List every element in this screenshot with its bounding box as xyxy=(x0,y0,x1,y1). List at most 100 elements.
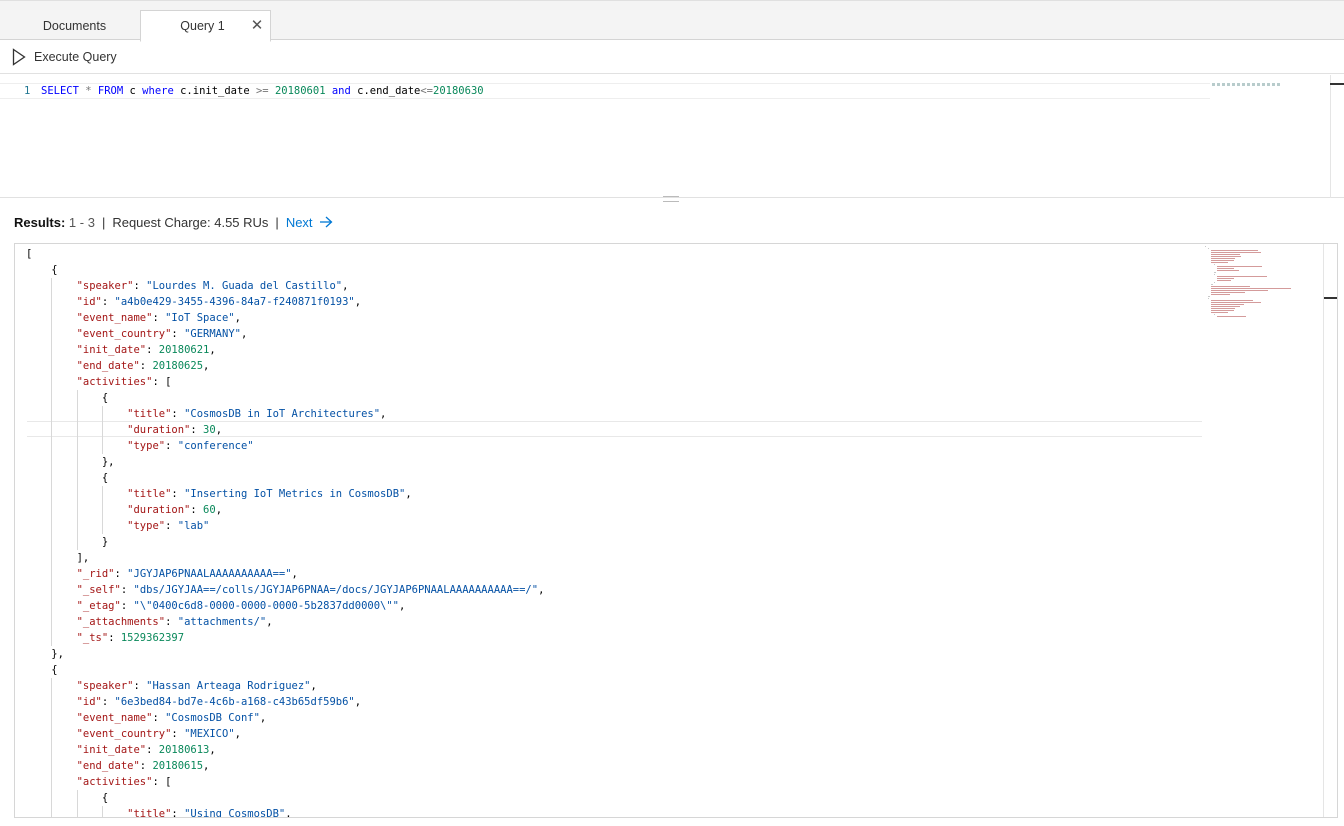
minimap-line xyxy=(1214,274,1216,275)
tab-documents[interactable]: Documents xyxy=(8,10,141,41)
json-line[interactable]: "title": "CosmosDB in IoT Architectures"… xyxy=(26,406,544,422)
minimap-line xyxy=(1211,302,1261,303)
json-token: "event_country" xyxy=(76,328,172,340)
editor-scrollbar-track[interactable] xyxy=(1330,75,1331,198)
json-token: , xyxy=(354,696,362,708)
json-token: "_self" xyxy=(76,584,121,596)
json-line[interactable]: "_self": "dbs/JGYJAA==/colls/JGYJAP6PNAA… xyxy=(26,582,545,598)
results-json[interactable]: [ { "speaker": "Lourdes M. Guada del Cas… xyxy=(26,246,545,818)
json-token: : xyxy=(152,712,166,724)
minimap-line xyxy=(1211,290,1269,291)
json-token: , xyxy=(291,568,298,580)
json-line[interactable]: "_attachments": "attachments/", xyxy=(26,614,544,630)
results-minimap[interactable] xyxy=(1205,246,1295,406)
editor-scrollbar-thumb[interactable] xyxy=(1330,83,1344,85)
json-line[interactable]: } xyxy=(26,534,544,550)
json-line[interactable]: }, xyxy=(26,454,544,470)
json-token: : xyxy=(171,488,185,500)
close-icon[interactable]: ✕ xyxy=(250,18,264,33)
minimap-line xyxy=(1217,278,1234,279)
json-token: : xyxy=(146,344,159,356)
json-line[interactable]: "event_name": "IoT Space", xyxy=(26,310,544,326)
json-token: "JGYJAP6PNAALAAAAAAAAAA==" xyxy=(127,568,292,580)
execute-query-button[interactable]: Execute Query xyxy=(12,46,117,68)
query-editor[interactable]: 1 SELECT * FROM c where c.init_date >= 2… xyxy=(0,75,1344,198)
json-token: , xyxy=(380,408,387,420)
json-line[interactable]: "duration": 30, xyxy=(26,422,544,438)
json-line[interactable]: "event_country": "GERMANY", xyxy=(26,326,544,342)
json-token: , xyxy=(209,744,216,756)
json-token: }, xyxy=(101,456,115,468)
json-line[interactable]: "activities": [ xyxy=(26,774,544,790)
json-line[interactable]: { xyxy=(26,470,544,486)
json-line[interactable]: "_rid": "JGYJAP6PNAALAAAAAAAAAA==", xyxy=(26,566,544,582)
json-token: "GERMANY" xyxy=(184,328,241,340)
pane-splitter-handle[interactable] xyxy=(663,196,679,202)
json-token: "Lourdes M. Guada del Castillo" xyxy=(146,280,343,292)
next-label: Next xyxy=(285,214,313,230)
json-line[interactable]: "activities": [ xyxy=(26,374,544,390)
json-token: }, xyxy=(51,648,64,660)
json-line[interactable]: "id": "6e3bed84-bd7e-4c6b-a168-c43b65df5… xyxy=(26,694,544,710)
json-line[interactable]: "type": "lab" xyxy=(26,518,544,534)
json-line[interactable]: "duration": 60, xyxy=(26,502,544,518)
minimap-line xyxy=(1211,286,1250,287)
query-text[interactable]: SELECT * FROM c where c.init_date >= 201… xyxy=(41,84,484,98)
json-line[interactable]: [ xyxy=(26,246,544,262)
json-line[interactable]: "event_country": "MEXICO", xyxy=(26,726,544,742)
minimap-line xyxy=(1214,282,1216,283)
json-token: { xyxy=(101,392,109,404)
json-line[interactable]: { xyxy=(26,262,544,278)
json-token: , xyxy=(266,616,273,628)
json-token: "Inserting IoT Metrics in CosmosDB" xyxy=(184,488,406,500)
results-scrollbar-track[interactable] xyxy=(1323,244,1324,817)
arrow-right-icon xyxy=(319,216,333,228)
json-line[interactable]: "end_date": 20180615, xyxy=(26,758,544,774)
minimap-line xyxy=(1211,300,1253,301)
json-line[interactable]: "end_date": 20180625, xyxy=(26,358,544,374)
minimap-line xyxy=(1217,276,1267,277)
json-token: "_attachments" xyxy=(76,616,166,628)
json-line[interactable]: "speaker": "Lourdes M. Guada del Castill… xyxy=(26,278,544,294)
json-line[interactable]: "title": "Using CosmosDB", xyxy=(26,806,544,818)
json-token: , xyxy=(234,728,241,740)
next-page-link[interactable]: Next xyxy=(286,215,333,230)
json-line[interactable]: { xyxy=(26,662,544,678)
minimap-line xyxy=(1208,298,1210,299)
json-token: "Using CosmosDB" xyxy=(184,808,286,818)
query-token: <= xyxy=(420,85,434,97)
json-line[interactable]: "init_date": 20180621, xyxy=(26,342,544,358)
json-line[interactable]: "_etag": "\"0400c6d8-0000-0000-0000-5b28… xyxy=(26,598,544,614)
json-line[interactable]: "speaker": "Hassan Arteaga Rodriguez", xyxy=(26,678,544,694)
results-scrollbar-thumb[interactable] xyxy=(1324,297,1337,299)
json-token: "duration" xyxy=(127,504,191,516)
json-line[interactable]: "title": "Inserting IoT Metrics in Cosmo… xyxy=(26,486,544,502)
json-line[interactable]: "type": "conference" xyxy=(26,438,544,454)
json-line[interactable]: }, xyxy=(26,646,544,662)
json-line[interactable]: { xyxy=(26,790,544,806)
minimap-line xyxy=(1211,258,1236,259)
minimap-line xyxy=(1211,294,1230,295)
results-range: 1 - 3 xyxy=(68,214,95,230)
json-line[interactable]: ], xyxy=(26,550,544,566)
json-token: "MEXICO" xyxy=(184,728,235,740)
minimap-line xyxy=(1217,316,1246,317)
json-token: "id" xyxy=(76,296,102,308)
json-token: 20180621 xyxy=(158,344,210,356)
minimap-line xyxy=(1205,246,1207,247)
editor-minimap[interactable] xyxy=(1212,83,1282,86)
json-line[interactable]: "init_date": 20180613, xyxy=(26,742,544,758)
json-token: 20180625 xyxy=(152,360,204,372)
editor-line[interactable]: 1 SELECT * FROM c where c.init_date >= 2… xyxy=(0,83,1210,99)
query-token: where xyxy=(142,85,174,97)
json-line[interactable]: "id": "a4b0e429-3455-4396-84a7-f240871f0… xyxy=(26,294,544,310)
results-viewer[interactable]: [ { "speaker": "Lourdes M. Guada del Cas… xyxy=(14,243,1338,818)
minimap-line xyxy=(1217,270,1239,271)
json-line[interactable]: "_ts": 1529362397 xyxy=(26,630,544,646)
tab-query-1[interactable]: Query 1 ✕ xyxy=(140,10,271,42)
json-line[interactable]: { xyxy=(26,390,544,406)
json-token: [ xyxy=(26,248,33,260)
minimap-line xyxy=(1214,264,1216,265)
json-line[interactable]: "event_name": "CosmosDB Conf", xyxy=(26,710,544,726)
json-token: } xyxy=(101,536,109,548)
